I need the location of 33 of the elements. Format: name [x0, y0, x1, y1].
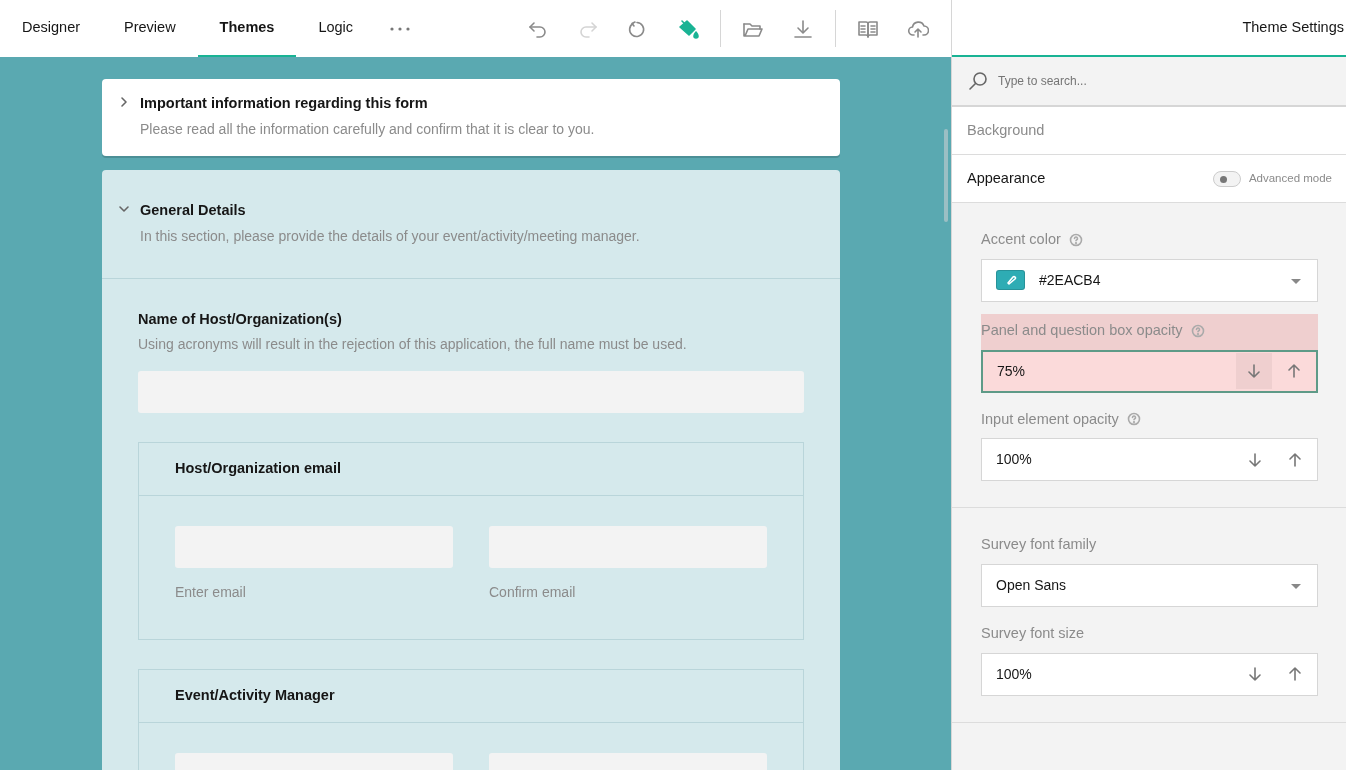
section-header[interactable]: Appearance — [967, 167, 1046, 190]
question-description: Using acronyms will result in the rejection of this application, the full name must be used. — [138, 335, 688, 355]
section-header[interactable]: Background — [967, 119, 1045, 142]
dropdown-value: Open Sans — [996, 576, 1067, 595]
toggle-label: Advanced mode — [1248, 170, 1332, 186]
number-spinner[interactable]: 75% — [981, 349, 1318, 393]
panel-description: Please read all the information carefully and confirm that it is clear to you. — [140, 119, 595, 139]
question-title: Host/Organization email — [139, 443, 803, 496]
color-dropdown[interactable]: #2EACB4 — [981, 258, 1318, 302]
dropdown[interactable]: Open Sans — [981, 564, 1318, 607]
color-value: #2EACB4 — [1039, 270, 1101, 290]
number-spinner[interactable]: 100% — [981, 438, 1318, 482]
panel-header-title: Theme Settings — [952, 0, 1346, 57]
spinner-value: 75% — [997, 361, 1026, 381]
panel-title: Important information regarding this form — [140, 94, 429, 113]
tab[interactable]: Preview — [102, 0, 198, 57]
tab[interactable]: Designer — [0, 0, 103, 57]
property-label: Input element opacity — [981, 409, 1119, 429]
field-label: Confirm email — [489, 583, 577, 602]
question-title: Event/Activity Manager — [139, 670, 803, 723]
panel-title: General Details — [140, 200, 247, 220]
spinner-value: 100% — [996, 450, 1032, 470]
tab[interactable]: Logic — [296, 0, 376, 57]
question-title: Name of Host/Organization(s) — [138, 309, 343, 329]
field-label: Enter email — [175, 583, 247, 602]
property-label: Panel and question box opacity — [981, 320, 1183, 340]
search-field[interactable]: Type to search... — [996, 71, 1296, 91]
spinner-value: 100% — [996, 664, 1032, 684]
number-spinner[interactable]: 100% — [981, 652, 1318, 696]
property-label: Survey font family — [981, 535, 1097, 555]
property-label: Accent color — [981, 230, 1061, 249]
property-label: Survey font size — [981, 624, 1085, 643]
panel-description: In this section, please provide the details of your event/activity/meeting manager. — [140, 226, 640, 246]
